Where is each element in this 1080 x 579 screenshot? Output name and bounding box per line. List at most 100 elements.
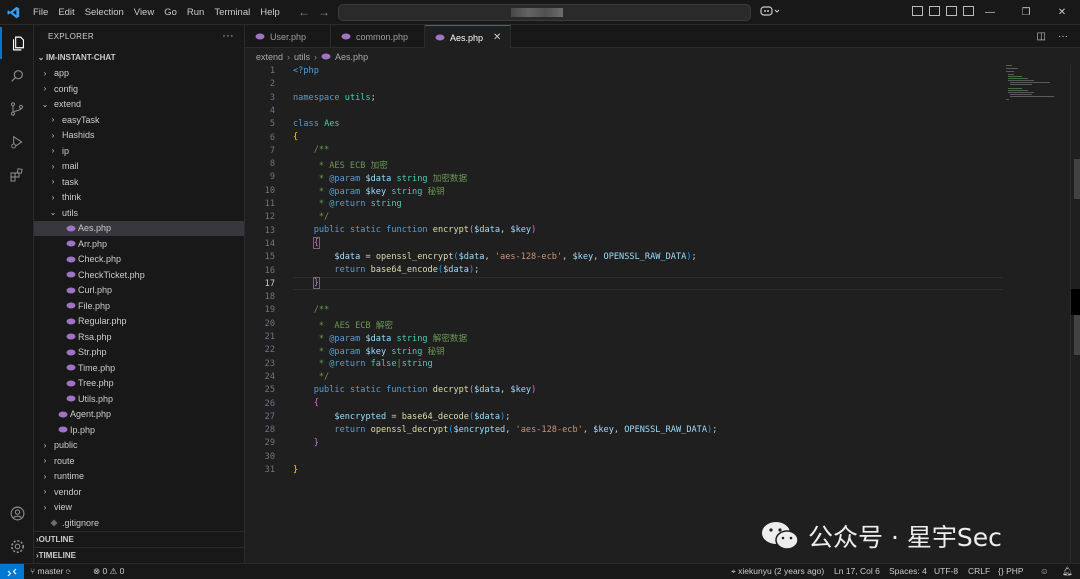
- tree-item[interactable]: .gitignore: [34, 515, 244, 531]
- sync-icon[interactable]: ⟳: [66, 566, 71, 576]
- menu-terminal[interactable]: Terminal: [209, 7, 255, 18]
- menu-bar: File Edit Selection View Go Run Terminal…: [28, 7, 285, 18]
- php-elephant-icon: [66, 364, 78, 371]
- minimize-icon[interactable]: —: [972, 0, 1008, 25]
- tree-item[interactable]: › view: [34, 500, 244, 516]
- encoding[interactable]: UTF-8: [934, 566, 958, 576]
- explorer-icon[interactable]: [0, 27, 34, 59]
- tree-item[interactable]: › app: [34, 66, 244, 82]
- code-line-3: namespace utils;: [293, 93, 376, 103]
- tab-aes-php[interactable]: Aes.php ✕: [425, 25, 511, 49]
- tree-item[interactable]: Str.php: [34, 345, 244, 361]
- language-mode[interactable]: {} PHP: [998, 566, 1024, 576]
- tree-item[interactable]: ⌄ extend: [34, 97, 244, 113]
- close-tab-icon[interactable]: ✕: [493, 32, 501, 43]
- tree-item[interactable]: › easyTask: [34, 112, 244, 128]
- search-icon[interactable]: [0, 60, 34, 92]
- tree-item[interactable]: › public: [34, 438, 244, 454]
- code-line-17: }: [312, 277, 320, 289]
- tree-item[interactable]: Regular.php: [34, 314, 244, 330]
- code-line-12: */: [293, 212, 330, 222]
- settings-gear-icon[interactable]: [0, 530, 34, 562]
- back-arrow-icon[interactable]: ←: [298, 5, 310, 19]
- line-endings[interactable]: CRLF: [968, 566, 990, 576]
- close-icon[interactable]: ✕: [1044, 0, 1080, 25]
- tree-item[interactable]: Utils.php: [34, 391, 244, 407]
- tree-item[interactable]: ⌄ utils: [34, 205, 244, 221]
- tree-item[interactable]: CheckTicket.php: [34, 267, 244, 283]
- menu-view[interactable]: View: [129, 7, 159, 18]
- wechat-logo-icon: [762, 522, 799, 550]
- chevron-right-icon: ›: [43, 502, 47, 512]
- menu-selection[interactable]: Selection: [80, 7, 129, 18]
- code-line-14: {: [312, 237, 320, 249]
- vertical-scrollbar[interactable]: [1070, 65, 1080, 563]
- timeline-section[interactable]: › TIMELINE: [34, 547, 244, 563]
- cursor-position[interactable]: Ln 17, Col 6: [834, 566, 880, 576]
- tree-item[interactable]: Check.php: [34, 252, 244, 268]
- tab-user-php[interactable]: User.php: [245, 25, 331, 48]
- php-elephant-icon: [66, 349, 78, 356]
- command-center[interactable]: [338, 4, 751, 21]
- source-control-icon[interactable]: [0, 93, 34, 125]
- branch-status[interactable]: ⑂ master ⟳: [30, 566, 71, 576]
- tree-item[interactable]: › vendor: [34, 484, 244, 500]
- toggle-panel-icon[interactable]: [946, 6, 957, 16]
- notifications-bell-icon[interactable]: 🔔︎: [1062, 566, 1073, 577]
- code-line-25: public static function decrypt($data, $k…: [313, 385, 537, 395]
- line-number: 26: [264, 398, 275, 409]
- menu-run[interactable]: Run: [182, 7, 209, 18]
- extensions-icon[interactable]: [0, 159, 34, 191]
- status-bar: ⑂ master ⟳ ⊗ 0 ⚠ 0 ⌖ xiekunyu (2 years a…: [0, 563, 1080, 579]
- tree-item[interactable]: Ip.php: [34, 422, 244, 438]
- line-number: 2: [269, 79, 275, 90]
- copilot-status-icon[interactable]: ☺: [1040, 566, 1049, 576]
- tree-item-label: Tree.php: [78, 378, 114, 389]
- tree-item[interactable]: › route: [34, 453, 244, 469]
- outline-section[interactable]: › OUTLINE: [34, 531, 244, 547]
- tree-item[interactable]: › think: [34, 190, 244, 206]
- tree-item[interactable]: Time.php: [34, 360, 244, 376]
- breadcrumb-file[interactable]: Aes.php: [335, 52, 368, 62]
- workspace-root[interactable]: ⌄ IM-INSTANT-CHAT: [34, 50, 244, 66]
- toggle-primary-sidebar-icon[interactable]: [929, 6, 940, 16]
- editor-more-actions-icon[interactable]: ···: [1058, 31, 1068, 42]
- tree-item[interactable]: › mail: [34, 159, 244, 175]
- tree-item[interactable]: › runtime: [34, 469, 244, 485]
- indentation[interactable]: Spaces: 4: [889, 566, 927, 576]
- tree-item[interactable]: Rsa.php: [34, 329, 244, 345]
- maximize-icon[interactable]: ❐: [1008, 0, 1044, 25]
- menu-edit[interactable]: Edit: [53, 7, 79, 18]
- forward-arrow-icon[interactable]: →: [318, 5, 330, 19]
- tree-item[interactable]: Arr.php: [34, 236, 244, 252]
- customize-layout-icon[interactable]: [912, 6, 923, 16]
- minimap[interactable]: [1006, 65, 1066, 105]
- code-editor[interactable]: 1 2 3 4 5 6 7 8 9 10 11 12 13 14 15 16 17 18 19 20 21 22 23 24 2…: [245, 65, 1080, 563]
- copilot-icon[interactable]: [760, 5, 782, 20]
- line-number: 30: [264, 451, 275, 462]
- problems-status[interactable]: ⊗ 0 ⚠ 0: [93, 566, 124, 577]
- tree-item[interactable]: › config: [34, 81, 244, 97]
- tree-item[interactable]: Curl.php: [34, 283, 244, 299]
- git-blame[interactable]: ⌖ xiekunyu (2 years ago): [731, 566, 824, 577]
- tree-item[interactable]: Aes.php: [34, 220, 244, 236]
- code-line-15: $data = openssl_encrypt($data, 'aes-128-…: [334, 252, 697, 262]
- tree-item[interactable]: Tree.php: [34, 376, 244, 392]
- menu-go[interactable]: Go: [159, 7, 182, 18]
- git-branch-icon: ⑂: [30, 566, 36, 576]
- menu-help[interactable]: Help: [255, 7, 285, 18]
- tree-item[interactable]: › task: [34, 174, 244, 190]
- tab-common-php[interactable]: common.php: [331, 25, 425, 48]
- split-editor-icon[interactable]: ◫: [1037, 31, 1046, 42]
- menu-file[interactable]: File: [28, 7, 53, 18]
- more-actions-icon[interactable]: ···: [222, 30, 234, 42]
- account-icon[interactable]: [0, 497, 34, 529]
- breadcrumb-utils[interactable]: utils: [294, 52, 310, 62]
- remote-icon[interactable]: [0, 564, 24, 579]
- tree-item[interactable]: Agent.php: [34, 407, 244, 423]
- tree-item[interactable]: › Hashids: [34, 128, 244, 144]
- tree-item[interactable]: › ip: [34, 143, 244, 159]
- tree-item[interactable]: File.php: [34, 298, 244, 314]
- breadcrumb-extend[interactable]: extend: [256, 52, 283, 62]
- run-debug-icon[interactable]: [0, 126, 34, 158]
